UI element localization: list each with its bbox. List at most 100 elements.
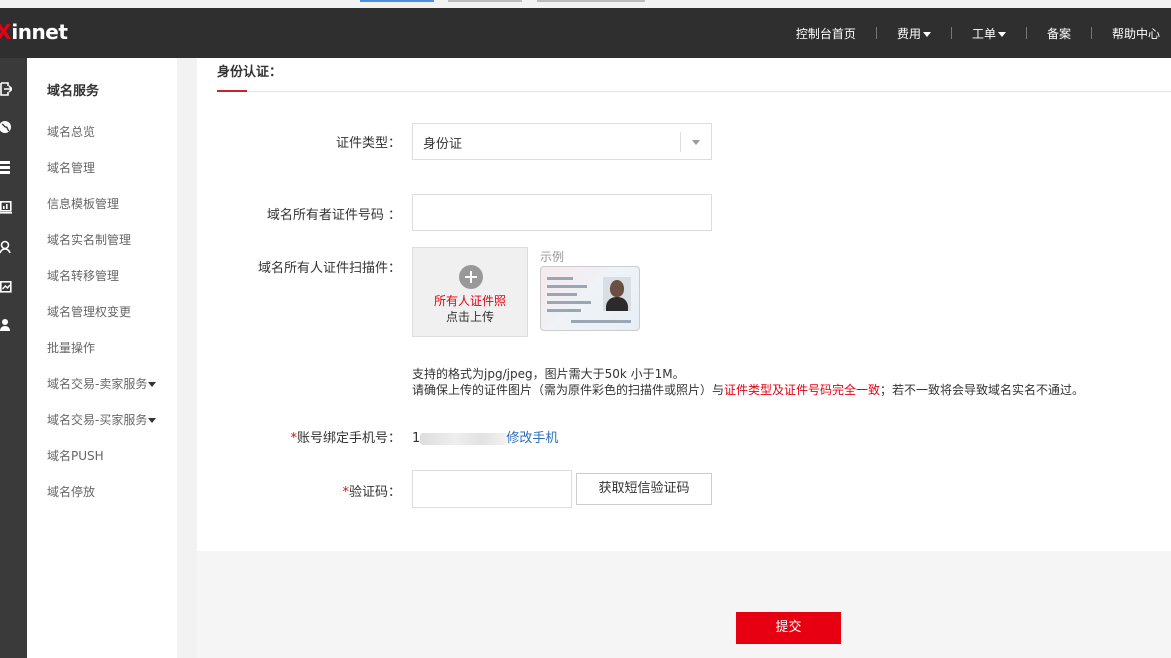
phone-label-text: 账号绑定手机号： bbox=[296, 431, 401, 446]
nav-label: 帮助中心 bbox=[1111, 26, 1160, 41]
sidebar-item-domain-management[interactable]: 域名管理 bbox=[47, 158, 156, 194]
logo-text: innet bbox=[11, 20, 68, 44]
nav-billing[interactable]: 费用 bbox=[877, 25, 951, 42]
code-label: *验证码： bbox=[342, 481, 401, 500]
card-line bbox=[547, 285, 587, 288]
sidebar-item-domain-overview[interactable]: 域名总览 bbox=[47, 122, 156, 158]
xinnet-logo[interactable]: Xinnet bbox=[0, 20, 68, 44]
nav-tickets[interactable]: 工单 bbox=[952, 25, 1026, 42]
nav-label: 控制台首页 bbox=[795, 26, 856, 41]
card-line bbox=[547, 293, 577, 296]
sidebar-item-label: 域名交易-买家服务 bbox=[47, 413, 148, 427]
browser-top-strip bbox=[0, 0, 1171, 8]
chevron-down-icon bbox=[692, 140, 700, 145]
verification-code-input[interactable] bbox=[412, 470, 572, 508]
nav-help-center[interactable]: 帮助中心 bbox=[1092, 25, 1171, 42]
sidebar-title: 域名服务 bbox=[47, 84, 100, 99]
cert-type-value: 身份证 bbox=[423, 137, 463, 152]
card-photo bbox=[603, 277, 631, 311]
card-line bbox=[547, 277, 573, 280]
get-sms-code-button[interactable]: 获取短信验证码 bbox=[576, 473, 712, 505]
identity-form: 身份认证： 证件类型： 身份证 域名所有者证件号码 ： 域名所有人证件扫描件： … bbox=[197, 58, 1171, 551]
bound-phone: 1 修改手机 bbox=[412, 427, 558, 446]
logo-mark: X bbox=[0, 20, 12, 44]
select-divider bbox=[680, 132, 681, 152]
card-face bbox=[610, 280, 624, 297]
sidebar-item-label: 域名管理 bbox=[47, 161, 96, 175]
user-icon[interactable] bbox=[0, 240, 14, 254]
plus-icon bbox=[459, 265, 483, 289]
top-nav: 控制台首页 费用 工单 备案 帮助中心 bbox=[776, 8, 1171, 58]
cert-number-label: 域名所有者证件号码 ： bbox=[266, 208, 401, 223]
card-body bbox=[606, 297, 628, 311]
sidebar-item-seller-service[interactable]: 域名交易-卖家服务 bbox=[47, 374, 157, 410]
upload-title: 所有人证件照 bbox=[433, 294, 506, 308]
sidebar-item-domain-push[interactable]: 域名PUSH bbox=[47, 446, 156, 482]
cert-type-select[interactable]: 身份证 bbox=[412, 123, 712, 160]
hint-consistency: 请确保上传的证件图片（需为原件彩色的扫描件或照片）与证件类型及证件号码完全一致；… bbox=[412, 382, 1084, 398]
caret-down-icon bbox=[922, 31, 931, 37]
upload-hint: 支持的格式为jpg/jpeg，图片需大于50k 小于1M。 请确保上传的证件图片… bbox=[412, 366, 1084, 398]
tab-indicator bbox=[360, 0, 434, 2]
sidebar-item-label: 域名实名制管理 bbox=[47, 233, 132, 247]
card-line bbox=[547, 309, 581, 312]
sidebar-item-transfer[interactable]: 域名转移管理 bbox=[47, 266, 156, 302]
sidebar: 域名服务 域名总览 域名管理 信息模板管理 域名实名制管理 域名转移管理 域名管… bbox=[27, 58, 177, 658]
chart-icon[interactable] bbox=[0, 280, 14, 294]
hint-emphasis: 证件类型及证件号码完全一致 bbox=[724, 383, 881, 397]
submit-button[interactable]: 提交 bbox=[736, 612, 841, 644]
id-card-example-image bbox=[540, 266, 640, 331]
nav-label: 费用 bbox=[896, 26, 921, 41]
sidebar-item-real-name[interactable]: 域名实名制管理 bbox=[47, 230, 156, 266]
section-divider bbox=[217, 91, 1171, 92]
upload-action: 点击上传 bbox=[445, 310, 494, 324]
nav-label: 工单 bbox=[971, 26, 996, 41]
hint-format: 支持的格式为jpg/jpeg，图片需大于50k 小于1M。 bbox=[412, 367, 685, 381]
section-title-underline bbox=[217, 90, 247, 92]
logout-icon[interactable] bbox=[0, 82, 14, 96]
sidebar-item-label: 域名PUSH bbox=[47, 449, 104, 463]
monitor-icon[interactable] bbox=[0, 200, 14, 214]
nav-console-home[interactable]: 控制台首页 bbox=[776, 25, 876, 42]
nav-label: 备案 bbox=[1046, 26, 1071, 41]
card-number-line bbox=[571, 320, 631, 323]
sidebar-item-domain-parking[interactable]: 域名停放 bbox=[47, 482, 156, 518]
sidebar-item-label: 域名转移管理 bbox=[47, 269, 120, 283]
code-label-text: 验证码： bbox=[348, 485, 401, 500]
sidebar-item-label: 域名交易-卖家服务 bbox=[47, 377, 148, 391]
nav-filing[interactable]: 备案 bbox=[1027, 25, 1091, 42]
sidebar-item-label: 域名总览 bbox=[47, 125, 96, 139]
top-header: Xinnet 控制台首页 费用 工单 备案 帮助中心 bbox=[0, 8, 1171, 58]
sidebar-item-batch[interactable]: 批量操作 bbox=[47, 338, 156, 374]
phone-label: *账号绑定手机号： bbox=[290, 427, 401, 446]
phone-number-blurred bbox=[420, 432, 509, 445]
sidebar-menu: 域名总览 域名管理 信息模板管理 域名实名制管理 域名转移管理 域名管理权变更 … bbox=[47, 122, 157, 518]
cert-type-label: 证件类型： bbox=[335, 136, 401, 151]
caret-down-icon bbox=[997, 31, 1006, 37]
caret-down-icon bbox=[148, 418, 157, 423]
cert-number-input[interactable] bbox=[412, 194, 712, 231]
support-icon[interactable] bbox=[0, 318, 14, 332]
sidebar-item-label: 信息模板管理 bbox=[47, 197, 120, 211]
sidebar-item-label: 批量操作 bbox=[47, 341, 96, 355]
sidebar-item-ownership-change[interactable]: 域名管理权变更 bbox=[47, 302, 156, 338]
hint-text: 请确保上传的证件图片（需为原件彩色的扫描件或照片）与 bbox=[412, 383, 725, 397]
sidebar-item-label: 域名停放 bbox=[47, 485, 96, 499]
sidebar-item-buyer-service[interactable]: 域名交易-买家服务 bbox=[47, 410, 157, 446]
icon-rail bbox=[0, 58, 27, 658]
globe-icon[interactable] bbox=[0, 120, 14, 134]
hint-text: ；若不一致将会导致域名实名不通过。 bbox=[880, 383, 1085, 397]
form-footer: 提交 bbox=[197, 551, 1171, 658]
phone-prefix: 1 bbox=[412, 431, 421, 446]
section-title: 身份认证： bbox=[217, 65, 283, 80]
card-line bbox=[547, 301, 591, 304]
layout-gap bbox=[177, 58, 197, 658]
upload-cert-button[interactable]: 所有人证件照 点击上传 bbox=[412, 247, 528, 337]
sidebar-item-info-template[interactable]: 信息模板管理 bbox=[47, 194, 156, 230]
scan-label: 域名所有人证件扫描件： bbox=[257, 261, 401, 276]
tab-indicator bbox=[537, 0, 645, 2]
change-phone-link[interactable]: 修改手机 bbox=[506, 431, 558, 446]
server-icon[interactable] bbox=[0, 160, 14, 174]
caret-down-icon bbox=[148, 382, 157, 387]
tab-indicator bbox=[448, 0, 522, 2]
